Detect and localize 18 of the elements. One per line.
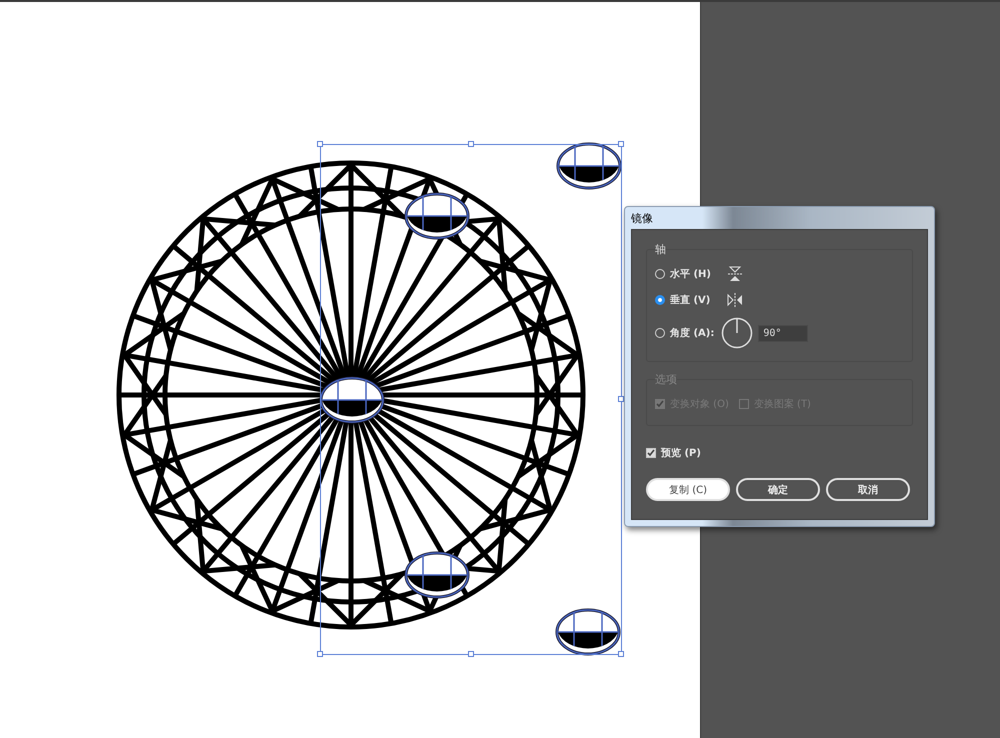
- group-label: 轴: [655, 242, 666, 257]
- flip-horizontal-axis-icon: [728, 266, 742, 282]
- angle-input-field[interactable]: 90°: [758, 324, 808, 342]
- selection-box[interactable]: [317, 141, 624, 657]
- radio-label: 角度 (A):: [670, 326, 714, 340]
- dialog-button[interactable]: 确定: [736, 478, 820, 501]
- radio-button[interactable]: [655, 269, 665, 279]
- angle-dial-icon[interactable]: [721, 317, 754, 349]
- dialog-button[interactable]: 取消: [826, 478, 910, 501]
- flip-vertical-axis-icon: [727, 293, 744, 307]
- checkbox-label: 预览 (P): [661, 446, 701, 460]
- radio-button[interactable]: [655, 328, 665, 338]
- checkbox[interactable]: [646, 448, 656, 458]
- dialog-button[interactable]: 复制 (C): [646, 478, 730, 501]
- radio-button[interactable]: [655, 295, 665, 305]
- dialog-title: 镜像: [631, 210, 653, 226]
- radio-label: 水平 (H): [670, 268, 711, 281]
- radio-label: 垂直 (V): [670, 294, 710, 307]
